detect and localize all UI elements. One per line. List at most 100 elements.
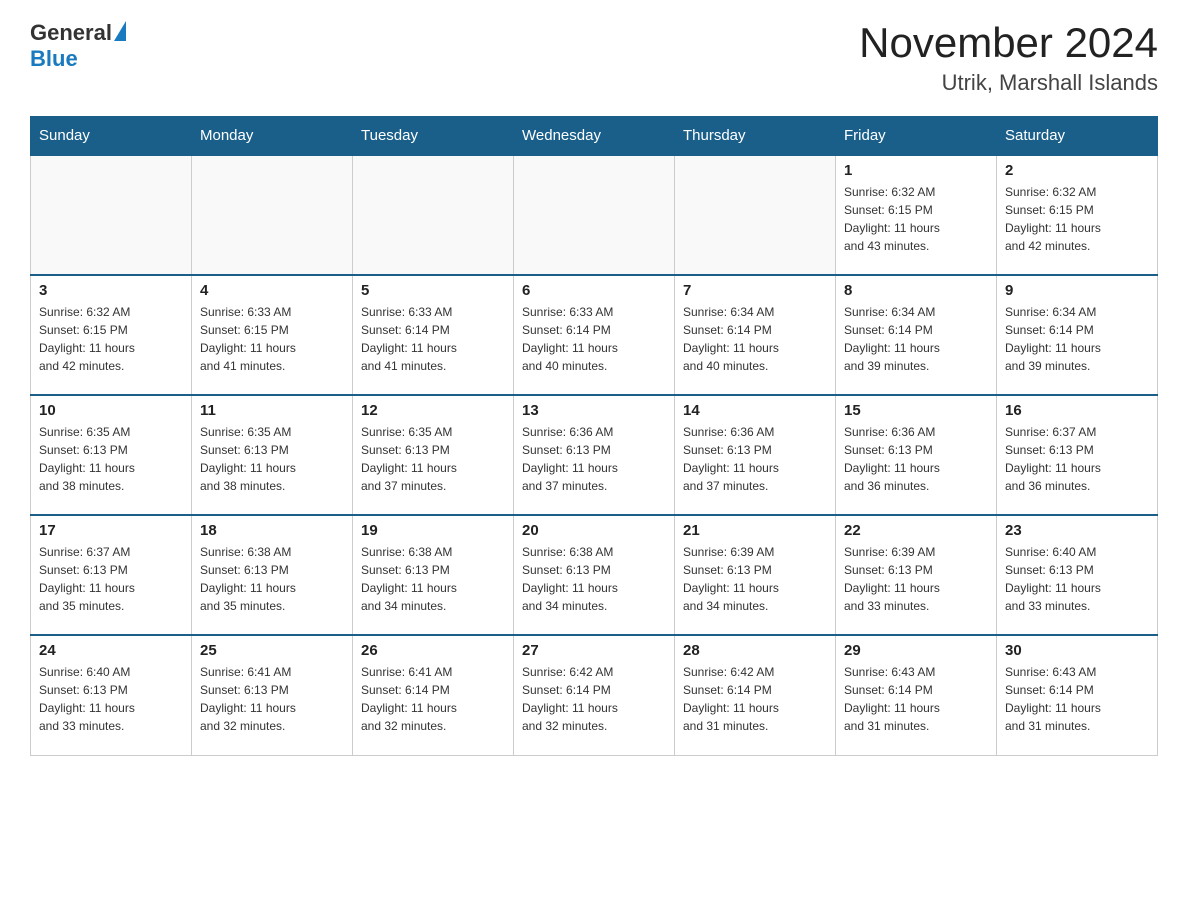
day-info: Sunrise: 6:32 AMSunset: 6:15 PMDaylight:… <box>844 183 988 255</box>
day-header-monday: Monday <box>192 117 353 156</box>
day-info: Sunrise: 6:37 AMSunset: 6:13 PMDaylight:… <box>39 543 183 615</box>
day-info: Sunrise: 6:37 AMSunset: 6:13 PMDaylight:… <box>1005 423 1149 495</box>
day-number: 6 <box>522 282 666 299</box>
day-info: Sunrise: 6:33 AMSunset: 6:14 PMDaylight:… <box>361 303 505 375</box>
day-info: Sunrise: 6:42 AMSunset: 6:14 PMDaylight:… <box>522 663 666 735</box>
calendar-cell: 29 Sunrise: 6:43 AMSunset: 6:14 PMDayligh… <box>836 635 997 755</box>
day-info: Sunrise: 6:41 AMSunset: 6:14 PMDaylight:… <box>361 663 505 735</box>
day-number: 7 <box>683 282 827 299</box>
calendar-cell <box>31 155 192 275</box>
day-number: 27 <box>522 642 666 659</box>
calendar-cell <box>514 155 675 275</box>
calendar-cell: 19 Sunrise: 6:38 AMSunset: 6:13 PMDayligh… <box>353 515 514 635</box>
calendar-cell: 8Sunrise: 6:34 AMSunset: 6:14 PMDaylight… <box>836 275 997 395</box>
day-number: 1 <box>844 162 988 179</box>
calendar-cell: 17 Sunrise: 6:37 AMSunset: 6:13 PMDayligh… <box>31 515 192 635</box>
calendar-cell: 20 Sunrise: 6:38 AMSunset: 6:13 PMDayligh… <box>514 515 675 635</box>
day-number: 24 <box>39 642 183 659</box>
day-number: 2 <box>1005 162 1149 179</box>
day-number: 21 <box>683 522 827 539</box>
calendar-cell: 11 Sunrise: 6:35 AMSunset: 6:13 PMDayligh… <box>192 395 353 515</box>
day-number: 12 <box>361 402 505 419</box>
calendar-cell: 1 Sunrise: 6:32 AMSunset: 6:15 PMDaylight… <box>836 155 997 275</box>
calendar-title: November 2024 <box>859 20 1158 66</box>
day-info: Sunrise: 6:39 AMSunset: 6:13 PMDaylight:… <box>844 543 988 615</box>
day-number: 18 <box>200 522 344 539</box>
day-info: Sunrise: 6:39 AMSunset: 6:13 PMDaylight:… <box>683 543 827 615</box>
day-number: 4 <box>200 282 344 299</box>
calendar-subtitle: Utrik, Marshall Islands <box>859 70 1158 96</box>
day-info: Sunrise: 6:35 AMSunset: 6:13 PMDaylight:… <box>361 423 505 495</box>
calendar-table: SundayMondayTuesdayWednesdayThursdayFrid… <box>30 116 1158 756</box>
day-header-friday: Friday <box>836 117 997 156</box>
calendar-cell: 5 Sunrise: 6:33 AMSunset: 6:14 PMDaylight… <box>353 275 514 395</box>
day-info: Sunrise: 6:32 AMSunset: 6:15 PMDaylight:… <box>1005 183 1149 255</box>
day-number: 8 <box>844 282 988 299</box>
day-info: Sunrise: 6:32 AMSunset: 6:15 PMDaylight:… <box>39 303 183 375</box>
week-row-1: 3Sunrise: 6:32 AMSunset: 6:15 PMDaylight… <box>31 275 1158 395</box>
day-number: 17 <box>39 522 183 539</box>
calendar-cell: 7Sunrise: 6:34 AMSunset: 6:14 PMDaylight… <box>675 275 836 395</box>
day-number: 26 <box>361 642 505 659</box>
calendar-cell: 23 Sunrise: 6:40 AMSunset: 6:13 PMDayligh… <box>997 515 1158 635</box>
calendar-cell <box>192 155 353 275</box>
day-info: Sunrise: 6:43 AMSunset: 6:14 PMDaylight:… <box>844 663 988 735</box>
day-info: Sunrise: 6:33 AMSunset: 6:14 PMDaylight:… <box>522 303 666 375</box>
day-number: 16 <box>1005 402 1149 419</box>
day-header-saturday: Saturday <box>997 117 1158 156</box>
calendar-cell: 27 Sunrise: 6:42 AMSunset: 6:14 PMDayligh… <box>514 635 675 755</box>
week-row-4: 24 Sunrise: 6:40 AMSunset: 6:13 PMDayligh… <box>31 635 1158 755</box>
day-number: 15 <box>844 402 988 419</box>
calendar-cell: 15Sunrise: 6:36 AMSunset: 6:13 PMDayligh… <box>836 395 997 515</box>
day-number: 29 <box>844 642 988 659</box>
day-number: 19 <box>361 522 505 539</box>
day-info: Sunrise: 6:38 AMSunset: 6:13 PMDaylight:… <box>200 543 344 615</box>
day-number: 11 <box>200 402 344 419</box>
calendar-cell: 16 Sunrise: 6:37 AMSunset: 6:13 PMDayligh… <box>997 395 1158 515</box>
day-info: Sunrise: 6:42 AMSunset: 6:14 PMDaylight:… <box>683 663 827 735</box>
day-info: Sunrise: 6:34 AMSunset: 6:14 PMDaylight:… <box>1005 303 1149 375</box>
day-info: Sunrise: 6:35 AMSunset: 6:13 PMDaylight:… <box>200 423 344 495</box>
day-header-sunday: Sunday <box>31 117 192 156</box>
day-header-tuesday: Tuesday <box>353 117 514 156</box>
calendar-cell: 21 Sunrise: 6:39 AMSunset: 6:13 PMDayligh… <box>675 515 836 635</box>
day-number: 14 <box>683 402 827 419</box>
day-info: Sunrise: 6:36 AMSunset: 6:13 PMDaylight:… <box>683 423 827 495</box>
logo-general-text: General <box>30 20 112 46</box>
week-row-0: 1 Sunrise: 6:32 AMSunset: 6:15 PMDaylight… <box>31 155 1158 275</box>
day-info: Sunrise: 6:41 AMSunset: 6:13 PMDaylight:… <box>200 663 344 735</box>
day-info: Sunrise: 6:38 AMSunset: 6:13 PMDaylight:… <box>361 543 505 615</box>
day-number: 23 <box>1005 522 1149 539</box>
calendar-cell <box>353 155 514 275</box>
day-header-wednesday: Wednesday <box>514 117 675 156</box>
day-info: Sunrise: 6:40 AMSunset: 6:13 PMDaylight:… <box>39 663 183 735</box>
day-info: Sunrise: 6:40 AMSunset: 6:13 PMDaylight:… <box>1005 543 1149 615</box>
logo-blue-text: Blue <box>30 46 78 71</box>
calendar-cell: 24 Sunrise: 6:40 AMSunset: 6:13 PMDayligh… <box>31 635 192 755</box>
day-number: 5 <box>361 282 505 299</box>
logo-triangle-icon <box>114 21 126 41</box>
title-area: November 2024 Utrik, Marshall Islands <box>859 20 1158 96</box>
day-number: 13 <box>522 402 666 419</box>
day-number: 22 <box>844 522 988 539</box>
calendar-cell: 10 Sunrise: 6:35 AMSunset: 6:13 PMDayligh… <box>31 395 192 515</box>
day-number: 20 <box>522 522 666 539</box>
calendar-cell: 25 Sunrise: 6:41 AMSunset: 6:13 PMDayligh… <box>192 635 353 755</box>
calendar-cell: 9Sunrise: 6:34 AMSunset: 6:14 PMDaylight… <box>997 275 1158 395</box>
week-row-3: 17 Sunrise: 6:37 AMSunset: 6:13 PMDayligh… <box>31 515 1158 635</box>
day-info: Sunrise: 6:35 AMSunset: 6:13 PMDaylight:… <box>39 423 183 495</box>
calendar-cell: 13Sunrise: 6:36 AMSunset: 6:13 PMDayligh… <box>514 395 675 515</box>
day-header-thursday: Thursday <box>675 117 836 156</box>
day-number: 10 <box>39 402 183 419</box>
calendar-header-row: SundayMondayTuesdayWednesdayThursdayFrid… <box>31 117 1158 156</box>
day-number: 25 <box>200 642 344 659</box>
day-number: 30 <box>1005 642 1149 659</box>
calendar-cell: 12 Sunrise: 6:35 AMSunset: 6:13 PMDayligh… <box>353 395 514 515</box>
calendar-cell: 4Sunrise: 6:33 AMSunset: 6:15 PMDaylight… <box>192 275 353 395</box>
calendar-cell: 26 Sunrise: 6:41 AMSunset: 6:14 PMDayligh… <box>353 635 514 755</box>
calendar-cell: 28Sunrise: 6:42 AMSunset: 6:14 PMDayligh… <box>675 635 836 755</box>
day-info: Sunrise: 6:43 AMSunset: 6:14 PMDaylight:… <box>1005 663 1149 735</box>
calendar-cell: 30 Sunrise: 6:43 AMSunset: 6:14 PMDayligh… <box>997 635 1158 755</box>
day-info: Sunrise: 6:38 AMSunset: 6:13 PMDaylight:… <box>522 543 666 615</box>
calendar-cell: 18 Sunrise: 6:38 AMSunset: 6:13 PMDayligh… <box>192 515 353 635</box>
